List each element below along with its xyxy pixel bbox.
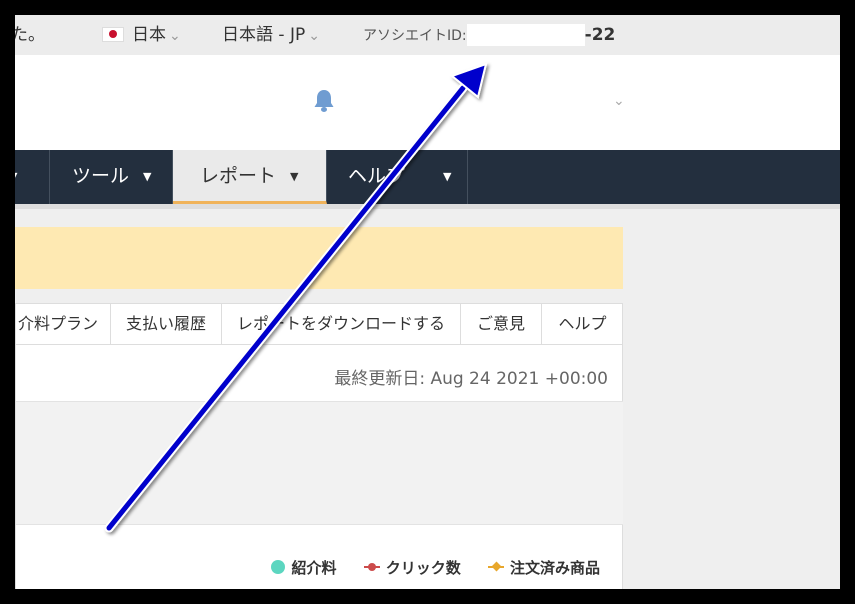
tab-download-report[interactable]: レポートをダウンロードする	[222, 304, 461, 344]
circle-icon	[271, 560, 286, 574]
nav-item-tools[interactable]: ツール ▼	[50, 150, 173, 204]
associate-id: アソシエイトID: -22	[363, 15, 615, 55]
nav-divider	[15, 204, 840, 209]
line-circle-icon	[363, 560, 380, 574]
country-label: 日本	[132, 25, 166, 45]
chevron-down-icon: ⌄	[308, 28, 320, 44]
chevron-down-icon: ⌄	[169, 28, 181, 44]
japan-flag-icon	[102, 27, 124, 42]
site-header: ⌄	[15, 55, 840, 150]
nav-item-hidden[interactable]: ▼	[15, 150, 50, 204]
redacted-id	[466, 24, 585, 46]
report-panel: 介料プラン 支払い履歴 レポートをダウンロードする ご意見 ヘルプ 最終更新日:…	[15, 303, 623, 589]
caret-down-icon: ▼	[143, 170, 152, 183]
chart-area	[16, 401, 623, 525]
app-window: た。 日本⌄ 日本語 - JP⌄ アソシエイトID:-22 ⌄ ▼ ツール▼ レ…	[15, 15, 840, 589]
associate-id-suffix: -22	[584, 25, 616, 45]
truncated-text: た。	[15, 25, 45, 45]
nav-item-reports[interactable]: レポート ▼	[173, 150, 327, 204]
language-label: 日本語 - JP	[222, 25, 306, 45]
caret-down-icon: ▼	[15, 170, 17, 183]
legend-commission[interactable]: 紹介料	[271, 557, 337, 578]
legend-clicks[interactable]: クリック数	[363, 557, 461, 578]
country-selector[interactable]: 日本 ⌄	[102, 15, 181, 55]
last-updated: 最終更新日: Aug 24 2021 +00:00	[334, 369, 608, 389]
caret-down-icon: ▼	[290, 170, 299, 183]
tab-help[interactable]: ヘルプ	[542, 304, 623, 344]
tab-feedback[interactable]: ご意見	[461, 304, 542, 344]
top-utility-bar: た。 日本 ⌄ 日本語 - JP ⌄ アソシエイトID: -22	[15, 15, 840, 55]
bell-icon[interactable]	[313, 89, 335, 117]
line-diamond-icon	[487, 560, 504, 574]
legend-ordered-items[interactable]: 注文済み商品	[487, 557, 600, 578]
tab-payment-history[interactable]: 支払い履歴	[111, 304, 222, 344]
chart-legend: 紹介料 クリック数 注文済み商品	[249, 557, 600, 578]
account-chevron-icon[interactable]: ⌄	[613, 93, 625, 109]
caret-down-icon: ▼	[443, 170, 452, 183]
report-tabs: 介料プラン 支払い履歴 レポートをダウンロードする ご意見 ヘルプ	[16, 304, 623, 345]
language-selector[interactable]: 日本語 - JP ⌄	[222, 15, 320, 55]
associate-id-label: アソシエイトID:	[363, 28, 467, 44]
tab-commission-plan[interactable]: 介料プラン	[15, 304, 111, 344]
main-nav: ▼ ツール▼ レポート▼ ヘルプ▼	[15, 150, 840, 204]
notice-banner	[15, 227, 623, 289]
nav-item-help[interactable]: ヘルプ ▼	[327, 150, 468, 204]
